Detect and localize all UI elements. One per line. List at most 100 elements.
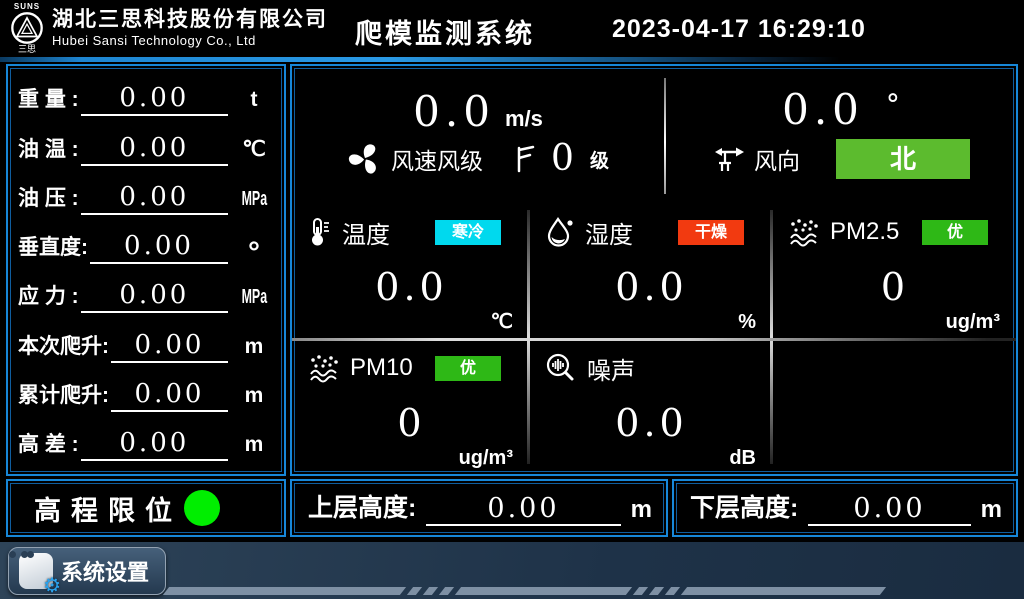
- settings-button[interactable]: ⚙ 系统设置: [8, 547, 166, 595]
- sensor-unit: ℃: [491, 309, 513, 334]
- sensor-label: PM2.5: [830, 218, 899, 246]
- sensor-unit: ug/m³: [459, 447, 513, 470]
- sensor-grid: 温度 寒冷 0.0 ℃ 湿度 干燥: [292, 202, 1016, 474]
- climbing-formwork-monitor-screen: SUNS 三思 湖北三思科技股份有限公司 Hubei Sansi Technol…: [0, 0, 1024, 599]
- sensor-unit: %: [738, 311, 756, 334]
- wind-direction-labels: 风向 北: [712, 139, 970, 179]
- measure-label: 油 压 :: [18, 182, 79, 215]
- wind-direction-badge: 北: [836, 139, 970, 179]
- sensor-cell-pm10: PM10 优 0 ug/m³: [292, 338, 529, 474]
- sensor-cell-pm25: PM2.5 优 0 ug/m³: [772, 202, 1016, 338]
- wind-direction-value: 0.0: [782, 89, 864, 131]
- lower-height-unit: m: [981, 496, 1002, 526]
- measure-row-current-climb: 本次爬升: 0.00 m: [18, 318, 274, 367]
- droplet-icon: [545, 216, 575, 248]
- measure-value: 0.00: [81, 430, 228, 461]
- measure-unit: m: [234, 433, 274, 461]
- wind-speed-unit: m/s: [505, 108, 543, 130]
- company-logo: SUNS 三思: [10, 3, 44, 54]
- wind-direction-label: 风向: [754, 142, 800, 176]
- measure-label: 应 力 :: [18, 280, 79, 313]
- wind-speed-labels: 风速风级 0 级: [347, 141, 609, 177]
- wind-direction-value-line: 0.0 °: [782, 89, 900, 131]
- measure-unit: MPa: [242, 286, 267, 313]
- measure-row-total-climb: 累计爬升: 0.00 m: [18, 368, 274, 417]
- dust-icon: [788, 217, 820, 247]
- upper-height-label: 上层高度:: [308, 488, 416, 526]
- measure-value: 0.00: [111, 332, 228, 363]
- environment-panel: 0.0 m/s 风速风级: [290, 64, 1018, 476]
- sensor-label: 湿度: [585, 215, 633, 250]
- measure-label: 本次爬升:: [18, 330, 109, 363]
- elevation-limit-label: 高程限位: [34, 489, 182, 528]
- logo-text-bottom: 三思: [18, 45, 36, 54]
- sensor-label: 温度: [342, 215, 390, 250]
- settings-sliders-icon: ⚙: [19, 553, 53, 589]
- wind-speed-block: 0.0 m/s 风速风级: [292, 66, 664, 202]
- sansi-logo-icon: [10, 11, 44, 45]
- wind-vane-icon: [712, 144, 746, 174]
- company-name-en: Hubei Sansi Technology Co., Ltd: [52, 34, 328, 49]
- company-name-cn: 湖北三思科技股份有限公司: [52, 8, 328, 32]
- lower-height-value: 0.00: [808, 495, 970, 526]
- page-title: 爬模监测系统: [355, 12, 535, 51]
- sensor-cell-empty: [772, 338, 1016, 474]
- fan-icon: [347, 141, 383, 177]
- measure-value: 0.00: [81, 282, 228, 313]
- measure-value: 0.00: [81, 85, 228, 116]
- elevation-limit-indicator: [184, 490, 220, 526]
- measure-value: 0.00: [81, 184, 228, 215]
- logo-text-top: SUNS: [14, 3, 40, 11]
- measure-unit: t: [234, 88, 274, 116]
- wind-section: 0.0 m/s 风速风级: [292, 66, 1016, 202]
- measure-value: 0.00: [90, 233, 228, 264]
- measure-label: 累计爬升:: [18, 379, 109, 412]
- sensor-cell-temperature: 温度 寒冷 0.0 ℃: [292, 202, 529, 338]
- measure-unit: °: [234, 245, 274, 264]
- status-badge: 优: [435, 356, 501, 381]
- measure-row-stress: 应 力 : 0.00 MPa: [18, 269, 274, 318]
- measure-value: 0.00: [81, 135, 228, 166]
- measure-unit: m: [234, 384, 274, 412]
- measure-unit: m: [234, 335, 274, 363]
- header-divider: [0, 57, 1024, 62]
- measure-row-weight: 重 量 : 0.00 t: [18, 72, 274, 121]
- sensor-value: 0.0: [545, 250, 758, 332]
- measure-unit: MPa: [242, 188, 267, 215]
- measure-row-height-diff: 高 差 : 0.00 m: [18, 417, 274, 466]
- measure-row-verticality: 垂直度: 0.00 °: [18, 220, 274, 269]
- upper-height-box: 上层高度: 0.00 m: [290, 479, 668, 537]
- measurements-panel: 重 量 : 0.00 t 油 温 : 0.00 ℃ 油 压 : 0.00 MPa…: [6, 64, 286, 476]
- wind-level-value: 0: [551, 141, 574, 177]
- sensor-label: PM10: [350, 354, 413, 382]
- upper-height-unit: m: [631, 496, 652, 526]
- settings-button-label: 系统设置: [61, 555, 149, 587]
- measure-label: 高 差 :: [18, 428, 79, 461]
- measure-label: 重 量 :: [18, 83, 79, 116]
- status-badge: 干燥: [678, 220, 744, 245]
- measure-label: 油 温 :: [18, 133, 79, 166]
- gear-icon: ⚙: [43, 576, 61, 596]
- wind-direction-unit: °: [886, 91, 900, 119]
- sensor-unit: ug/m³: [946, 311, 1000, 334]
- datetime-display: 2023-04-17 16:29:10: [612, 15, 866, 44]
- wind-level-icon: [513, 144, 537, 174]
- dust-icon: [308, 353, 340, 383]
- upper-height-value: 0.00: [426, 495, 620, 526]
- measure-unit: ℃: [234, 137, 274, 166]
- noise-meter-icon: [545, 352, 577, 384]
- status-badge: 优: [922, 220, 988, 245]
- footer-decoration: [166, 587, 883, 595]
- sensor-value: 0.0: [308, 250, 515, 332]
- wind-level-unit: 级: [590, 146, 609, 173]
- lower-height-label: 下层高度:: [690, 488, 798, 526]
- status-badge: 寒冷: [435, 220, 501, 245]
- sensor-cell-noise: 噪声 0.0 dB: [529, 338, 772, 474]
- elevation-limit-box: 高程限位: [6, 479, 286, 537]
- measure-row-oil-temp: 油 温 : 0.00 ℃: [18, 121, 274, 170]
- company-name: 湖北三思科技股份有限公司 Hubei Sansi Technology Co.,…: [52, 8, 328, 49]
- measure-value: 0.00: [111, 381, 228, 412]
- sensor-unit: dB: [729, 447, 756, 470]
- lower-height-box: 下层高度: 0.00 m: [672, 479, 1018, 537]
- footer-bar: ⚙ 系统设置: [0, 540, 1024, 599]
